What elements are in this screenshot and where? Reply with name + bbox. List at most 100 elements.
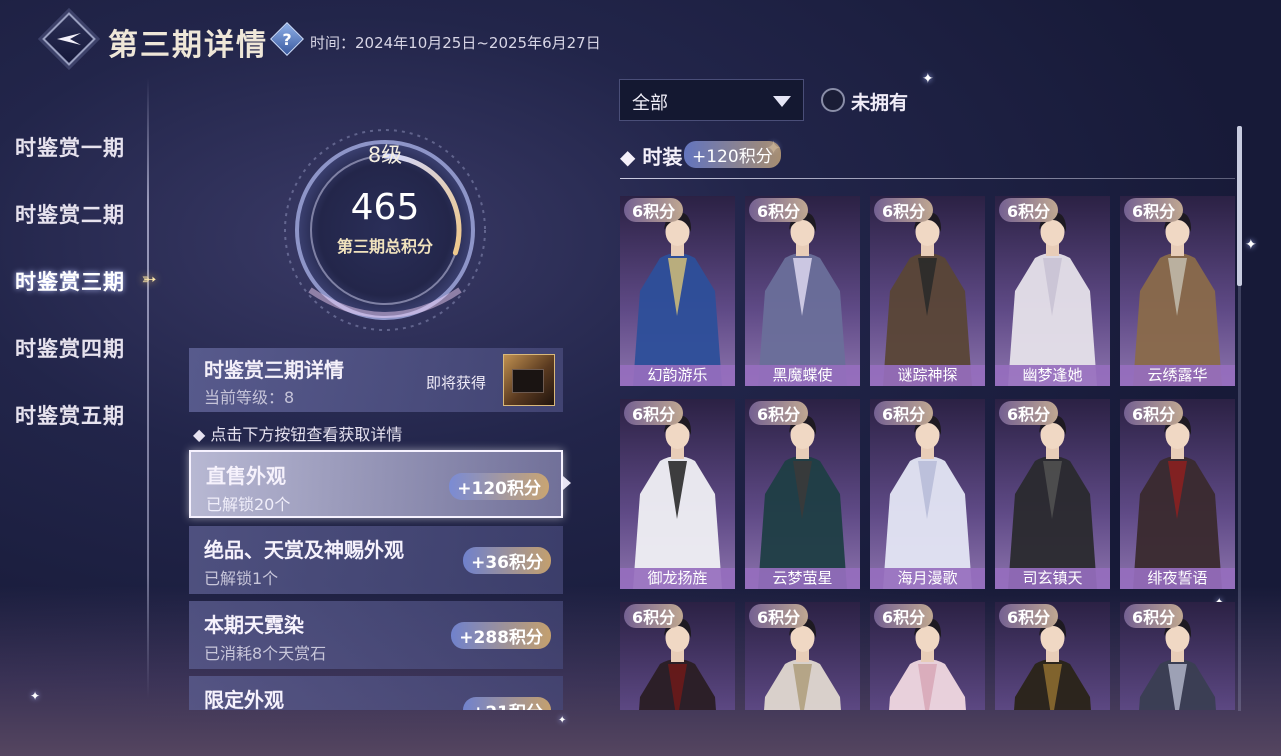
category-points: +288积分 bbox=[451, 622, 551, 649]
outfit-figure-image bbox=[883, 212, 972, 386]
page-title: 第三期详情 bbox=[108, 28, 268, 63]
category-points: +120积分 bbox=[449, 473, 549, 500]
outfit-points-badge: 6积分 bbox=[749, 604, 809, 628]
outfit-grid: 6积分 幻韵游乐 6积分 黑魔蝶使 6积分 谜踪神探 6积分 幽梦逢她 6积分 云绣露华 6积分 御龙… bbox=[620, 196, 1238, 710]
category-title: 绝品、天赏及神赐外观 bbox=[204, 538, 404, 562]
outfit-points-badge: 6积分 bbox=[1124, 604, 1184, 628]
outfit-points-badge: 6积分 bbox=[874, 198, 934, 222]
current-level: 当前等级：8 bbox=[204, 388, 295, 407]
outfit-name: 黑魔蝶使 bbox=[745, 365, 860, 386]
outfit-points-badge: 6积分 bbox=[1124, 401, 1184, 425]
total-score-label: 第三期总积分 bbox=[336, 237, 433, 256]
category-dye[interactable]: 本期天霓染 已消耗8个天赏石 +288积分 bbox=[189, 601, 563, 669]
outfit-card[interactable]: 6积分 绯夜誓语 bbox=[1120, 399, 1235, 589]
category-sub: 已消耗8个天赏石 bbox=[204, 644, 327, 663]
star-icon: ✦ bbox=[558, 715, 567, 726]
nav-item-period-5[interactable]: 时鉴赏五期 bbox=[15, 400, 125, 430]
outfit-name: 云梦萤星 bbox=[745, 568, 860, 589]
outfit-points-badge: 6积分 bbox=[999, 401, 1059, 425]
filter-dropdown[interactable]: 全部 bbox=[619, 79, 804, 121]
section-divider bbox=[620, 178, 1235, 179]
outfit-points-badge: 6积分 bbox=[999, 604, 1059, 628]
category-premium-outfits[interactable]: 绝品、天赏及神赐外观 已解锁1个 +36积分 bbox=[189, 526, 563, 594]
outfit-card[interactable]: 6积分黑魔蝶使 bbox=[745, 196, 860, 386]
outfit-name: 云绣露华 bbox=[1120, 365, 1235, 386]
category-points: +36积分 bbox=[463, 547, 551, 574]
outfit-points-badge: 6积分 bbox=[624, 401, 684, 425]
score-ring: 8级 465 第三期总积分 bbox=[280, 125, 490, 335]
chevron-down-icon bbox=[773, 96, 791, 107]
period-detail-panel: 时鉴赏三期详情 当前等级：8 即将获得 bbox=[189, 348, 563, 412]
help-button[interactable]: ? bbox=[270, 22, 304, 56]
category-title: 本期天霓染 bbox=[204, 613, 304, 637]
outfit-figure-image bbox=[883, 415, 972, 589]
outfit-points-badge: 6积分 bbox=[624, 604, 684, 628]
not-owned-radio[interactable] bbox=[821, 88, 845, 112]
outfit-card[interactable]: 6积分御龙扬旌 bbox=[620, 399, 735, 589]
outfit-figure-image bbox=[1133, 415, 1222, 589]
category-title: 限定外观 bbox=[204, 688, 284, 710]
selected-arrow-icon bbox=[563, 476, 571, 490]
not-owned-label[interactable]: 未拥有 bbox=[851, 88, 908, 115]
star-icon: ✦ bbox=[922, 71, 934, 87]
active-marker-icon: ➳ bbox=[141, 268, 157, 290]
outfit-card[interactable]: 6积分 bbox=[745, 602, 860, 710]
outfit-name: 幻韵游乐 bbox=[620, 365, 735, 386]
outfit-card[interactable]: 6积分海月漫歌 bbox=[870, 399, 985, 589]
nav-item-period-3[interactable]: 时鉴赏三期 bbox=[15, 266, 125, 296]
hint-text: ◆ 点击下方按钮查看获取详情 bbox=[193, 425, 403, 444]
outfit-figure-image bbox=[633, 212, 722, 386]
outfit-points-badge: 6积分 bbox=[999, 198, 1059, 222]
period-text: 时间：2024年10月25日~2025年6月27日 bbox=[310, 34, 601, 52]
outfit-figure-image bbox=[633, 415, 722, 589]
outfit-figure-image bbox=[1008, 212, 1097, 386]
category-sub: 已解锁1个 bbox=[204, 569, 279, 588]
outfit-card[interactable]: 6积分 幽梦逢她 bbox=[995, 196, 1110, 386]
filter-selected: 全部 bbox=[632, 93, 668, 114]
section-points: +120积分 bbox=[684, 141, 781, 168]
category-title: 直售外观 bbox=[206, 464, 286, 488]
outfit-name: 谜踪神探 bbox=[870, 365, 985, 386]
upcoming-reward-thumbnail[interactable] bbox=[503, 354, 555, 406]
outfit-card[interactable]: 6积分云绣露华 bbox=[1120, 196, 1235, 386]
section-title: ◆ 时装 bbox=[620, 145, 683, 169]
nav-item-period-4[interactable]: 时鉴赏四期 bbox=[15, 333, 125, 363]
category-limited[interactable]: 限定外观 +21积分 bbox=[189, 676, 563, 710]
nav-divider bbox=[147, 78, 149, 698]
outfit-points-badge: 6积分 bbox=[1124, 198, 1184, 222]
outfit-points-badge: 6积分 bbox=[749, 401, 809, 425]
outfit-card[interactable]: 6积分 bbox=[1120, 602, 1235, 710]
category-sub: 已解锁20个 bbox=[206, 495, 291, 514]
outfit-figure-image bbox=[758, 212, 847, 386]
nav-item-period-2[interactable]: 时鉴赏二期 bbox=[15, 199, 125, 229]
level-text: 8级 bbox=[367, 143, 403, 167]
outfit-points-badge: 6积分 bbox=[624, 198, 684, 222]
category-direct-sale[interactable]: 直售外观 已解锁20个 +120积分 bbox=[189, 450, 563, 518]
question-icon: ? bbox=[282, 29, 292, 49]
outfit-figure-image bbox=[758, 415, 847, 589]
outfit-points-badge: 6积分 bbox=[874, 604, 934, 628]
category-points: +21积分 bbox=[463, 697, 551, 710]
star-icon: ✦ bbox=[30, 689, 41, 703]
upcoming-label: 即将获得 bbox=[426, 374, 487, 392]
outfit-card[interactable]: 6积分云梦萤星 bbox=[745, 399, 860, 589]
outfit-points-badge: 6积分 bbox=[874, 401, 934, 425]
outfit-points-badge: 6积分 bbox=[749, 198, 809, 222]
back-arrow-icon bbox=[57, 33, 81, 45]
nav-item-period-1[interactable]: 时鉴赏一期 bbox=[15, 132, 125, 162]
outfit-card[interactable]: 6积分 bbox=[620, 602, 735, 710]
back-button[interactable] bbox=[42, 12, 96, 66]
outfit-figure-image bbox=[1133, 212, 1222, 386]
star-icon: ✦ bbox=[1245, 237, 1257, 253]
detail-title: 时鉴赏三期详情 bbox=[204, 358, 344, 382]
outfit-card[interactable]: 6积分司玄镇天 bbox=[995, 399, 1110, 589]
outfit-figure-image bbox=[1008, 415, 1097, 589]
outfit-card[interactable]: 6积分幻韵游乐 bbox=[620, 196, 735, 386]
outfit-name: 司玄镇天 bbox=[995, 568, 1110, 589]
outfit-card[interactable]: 6积分谜踪神探 bbox=[870, 196, 985, 386]
outfit-name: 海月漫歌 bbox=[870, 568, 985, 589]
outfit-name: 御龙扬旌 bbox=[620, 568, 735, 589]
total-score: 465 bbox=[350, 187, 420, 228]
outfit-card[interactable]: 6积分 bbox=[995, 602, 1110, 710]
outfit-card[interactable]: 6积分 bbox=[870, 602, 985, 710]
